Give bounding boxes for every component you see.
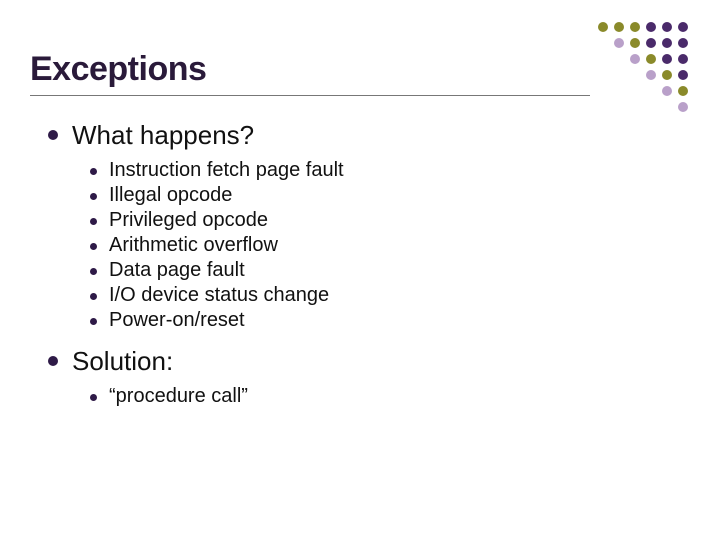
slide-title: Exceptions: [30, 50, 690, 89]
list-item: Data page fault: [90, 259, 690, 282]
list-item: “procedure call”: [90, 385, 690, 408]
list-item: Power-on/reset: [90, 309, 690, 332]
list-item-text: Illegal opcode: [109, 184, 232, 207]
slide: Exceptions What happens? Instruction fet…: [0, 0, 720, 540]
bullet-icon: [90, 394, 97, 401]
list-item: Privileged opcode: [90, 209, 690, 232]
section-heading-text: Solution:: [72, 346, 173, 377]
bullet-icon: [48, 130, 58, 140]
title-underline: [30, 95, 590, 96]
section-items: “procedure call”: [90, 385, 690, 408]
list-item-text: Arithmetic overflow: [109, 234, 278, 257]
section-heading: What happens?: [48, 120, 690, 151]
bullet-icon: [48, 356, 58, 366]
bullet-icon: [90, 218, 97, 225]
decorative-dot-grid: [598, 22, 692, 116]
bullet-icon: [90, 318, 97, 325]
section-items: Instruction fetch page fault Illegal opc…: [90, 159, 690, 332]
bullet-icon: [90, 268, 97, 275]
bullet-icon: [90, 193, 97, 200]
list-item-text: I/O device status change: [109, 284, 329, 307]
list-item: Arithmetic overflow: [90, 234, 690, 257]
list-item-text: Privileged opcode: [109, 209, 268, 232]
list-item: Illegal opcode: [90, 184, 690, 207]
list-item: I/O device status change: [90, 284, 690, 307]
bullet-icon: [90, 293, 97, 300]
bullet-icon: [90, 243, 97, 250]
list-item-text: “procedure call”: [109, 385, 248, 408]
list-item-text: Data page fault: [109, 259, 245, 282]
list-item-text: Instruction fetch page fault: [109, 159, 344, 182]
section-heading-text: What happens?: [72, 120, 254, 151]
section-heading: Solution:: [48, 346, 690, 377]
list-item-text: Power-on/reset: [109, 309, 245, 332]
list-item: Instruction fetch page fault: [90, 159, 690, 182]
bullet-icon: [90, 168, 97, 175]
